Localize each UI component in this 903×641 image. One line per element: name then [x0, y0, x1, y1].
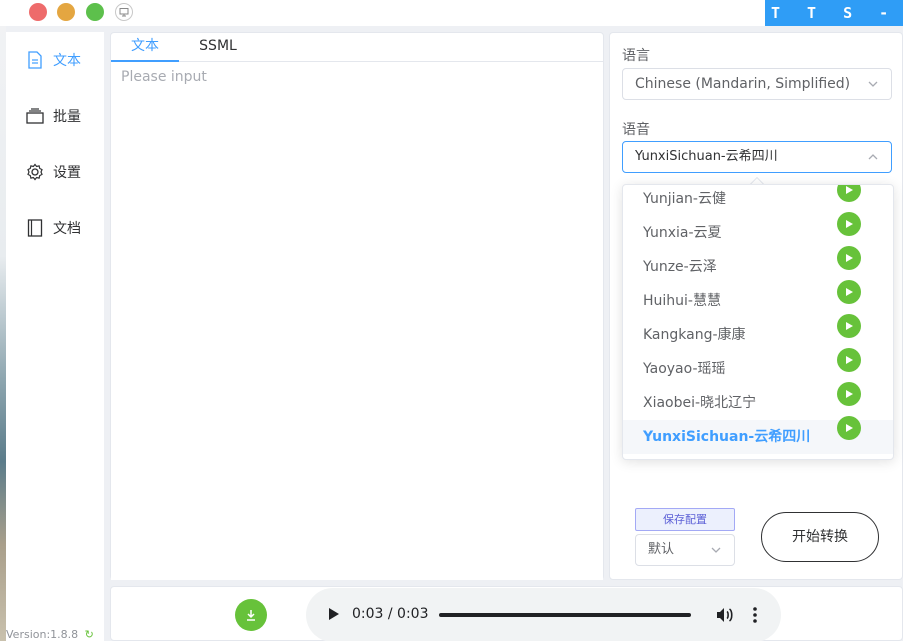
- title-bar: T T S - V U E: [0, 0, 903, 26]
- play-icon[interactable]: [837, 348, 861, 372]
- volume-icon[interactable]: [714, 605, 734, 625]
- sidebar-item-label: 文本: [53, 53, 81, 69]
- voice-option[interactable]: Huihui-慧慧: [623, 280, 893, 318]
- playback-time: 0:03 / 0:03: [352, 606, 429, 622]
- play-icon[interactable]: [837, 212, 861, 236]
- progress-track[interactable]: [439, 613, 691, 617]
- minimize-window-button[interactable]: [57, 3, 75, 21]
- editor-panel: 文本 SSML: [110, 32, 604, 580]
- gear-icon: [26, 163, 44, 181]
- play-icon[interactable]: [837, 185, 861, 202]
- save-config-button[interactable]: 保存配置: [635, 508, 735, 531]
- chevron-down-icon: [868, 81, 878, 87]
- language-select-value: Chinese (Mandarin, Simplified): [635, 76, 851, 92]
- voice-option[interactable]: Yaoyao-瑶瑶: [623, 348, 893, 386]
- version-text: Version:1.8.8 ↻: [6, 628, 94, 641]
- chevron-up-icon: [868, 154, 878, 160]
- sidebar-item-label: 设置: [53, 165, 81, 181]
- book-icon: [26, 219, 44, 237]
- preset-select[interactable]: 默认: [635, 534, 735, 566]
- voice-option-selected[interactable]: YunxiSichuan-云希四川: [623, 416, 893, 454]
- download-icon: [247, 610, 255, 621]
- voice-select-value: YunxiSichuan-云希四川: [635, 149, 778, 164]
- voice-dropdown: Yunjian-云健 Yunxia-云夏 Yunze-云泽 Huihui-慧慧 …: [622, 184, 894, 460]
- bottom-bar: 0:03 / 0:03: [110, 586, 903, 641]
- app-brand-title: T T S - V U E: [765, 0, 903, 26]
- chevron-down-icon: [711, 547, 721, 553]
- play-icon[interactable]: [837, 416, 861, 440]
- play-icon[interactable]: [326, 607, 340, 621]
- sidebar-item-text[interactable]: 文本: [26, 50, 81, 70]
- play-icon[interactable]: [837, 246, 861, 270]
- voice-option[interactable]: Yunjian-云健: [623, 185, 893, 216]
- stack-icon: [26, 107, 44, 125]
- tab-text[interactable]: 文本: [111, 33, 179, 62]
- voice-option[interactable]: Xiaobei-晓北辽宁: [623, 382, 893, 420]
- sidebar: 文本 批量 设置 文档 Version:1.8.8 ↻: [6, 32, 104, 641]
- voice-option[interactable]: Yunze-云泽: [623, 246, 893, 284]
- download-button[interactable]: [235, 599, 267, 631]
- sidebar-item-label: 文档: [53, 221, 81, 237]
- sidebar-item-docs[interactable]: 文档: [26, 218, 81, 238]
- document-icon: [26, 51, 44, 69]
- voice-option[interactable]: Kangkang-康康: [623, 314, 893, 352]
- close-window-button[interactable]: [29, 3, 47, 21]
- play-icon[interactable]: [837, 382, 861, 406]
- sidebar-item-label: 批量: [53, 109, 81, 125]
- audio-player: 0:03 / 0:03: [306, 588, 781, 641]
- tab-ssml[interactable]: SSML: [187, 33, 249, 62]
- start-convert-button[interactable]: 开始转换: [761, 512, 879, 562]
- monitor-icon[interactable]: [115, 3, 133, 21]
- language-label: 语言: [622, 48, 650, 64]
- sidebar-item-batch[interactable]: 批量: [26, 106, 81, 126]
- language-select[interactable]: Chinese (Mandarin, Simplified): [622, 68, 892, 100]
- more-options-icon[interactable]: [752, 606, 758, 624]
- maximize-window-button[interactable]: [86, 3, 104, 21]
- sidebar-item-settings[interactable]: 设置: [26, 162, 81, 182]
- editor-tabs: 文本 SSML: [111, 33, 603, 62]
- play-icon[interactable]: [837, 280, 861, 304]
- text-input[interactable]: [111, 63, 603, 580]
- voice-option[interactable]: Yunxia-云夏: [623, 212, 893, 250]
- voice-label: 语音: [622, 122, 650, 138]
- refresh-icon[interactable]: ↻: [85, 628, 94, 641]
- preset-select-value: 默认: [648, 542, 675, 557]
- voice-select[interactable]: YunxiSichuan-云希四川: [622, 141, 892, 173]
- play-icon[interactable]: [837, 314, 861, 338]
